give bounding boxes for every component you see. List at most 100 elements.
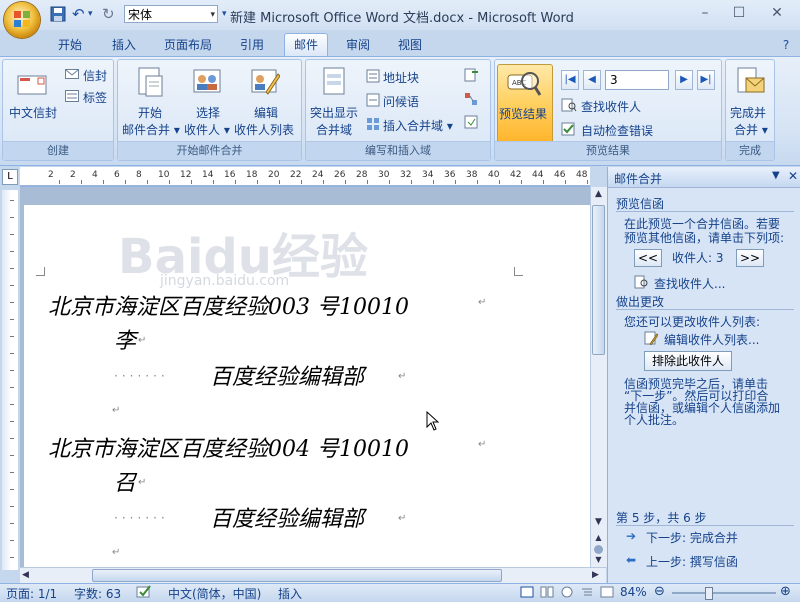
- edit-recipient-list-link[interactable]: 编辑收件人列表...: [664, 331, 759, 348]
- auto-check-errors-button[interactable]: 自动检查错误: [581, 122, 653, 139]
- page-count[interactable]: 页面: 1/1: [6, 585, 57, 602]
- minimize-button[interactable]: –: [694, 4, 716, 22]
- start-mail-merge-label-1[interactable]: 开始: [138, 104, 162, 121]
- outline-view-icon[interactable]: [580, 586, 594, 601]
- zoom-slider-thumb[interactable]: [705, 587, 713, 600]
- find-recipient-link[interactable]: 查找收件人...: [654, 275, 725, 292]
- find-recipient-button[interactable]: 查找收件人: [581, 98, 641, 115]
- next-record-button[interactable]: ▶: [675, 70, 693, 90]
- preview-results-button[interactable]: ABC 预览结果: [497, 64, 553, 144]
- first-record-button[interactable]: |◀: [561, 70, 579, 90]
- address-block-button[interactable]: 地址块: [383, 69, 419, 86]
- ruler-tick-label: 30: [378, 170, 390, 180]
- insert-merge-field-button[interactable]: 插入合并域 ▾: [383, 117, 453, 134]
- paragraph-mark: ↵: [138, 477, 147, 488]
- tab-page-layout[interactable]: 页面布局: [158, 34, 218, 56]
- finish-merge-button[interactable]: 合并 ▾: [734, 121, 768, 138]
- save-icon[interactable]: [50, 6, 66, 22]
- exclude-recipient-button[interactable]: 排除此收件人: [644, 351, 732, 371]
- finish-merge-label-1[interactable]: 完成并: [730, 104, 766, 121]
- next-recipient-button[interactable]: >>: [736, 249, 764, 267]
- ruler-tick: [279, 180, 280, 184]
- ruler-tick: [455, 180, 456, 184]
- select-recipients-label-1[interactable]: 选择: [196, 104, 220, 121]
- auto-check-errors-icon: [561, 122, 577, 139]
- close-button[interactable]: ✕: [766, 4, 788, 22]
- start-mail-merge-button[interactable]: 邮件合并 ▾: [122, 121, 180, 138]
- vertical-ruler-tick: [10, 506, 14, 507]
- vertical-scroll-thumb[interactable]: [592, 205, 605, 355]
- browse-object-icon[interactable]: [594, 545, 603, 554]
- tab-mailings[interactable]: 邮件: [284, 33, 328, 56]
- next-page-icon[interactable]: ▼: [592, 555, 605, 565]
- tab-selector[interactable]: L: [2, 169, 18, 185]
- scroll-down-icon[interactable]: ▼: [592, 517, 605, 529]
- tab-insert[interactable]: 插入: [104, 34, 144, 56]
- greeting-line-button[interactable]: 问候语: [383, 93, 419, 110]
- envelope-button[interactable]: 信封: [83, 67, 107, 84]
- scroll-left-icon[interactable]: ◀: [22, 570, 34, 582]
- previous-step-link[interactable]: 上一步: 撰写信函: [646, 553, 738, 570]
- zoom-slider-track[interactable]: [672, 592, 776, 594]
- next-step-link[interactable]: 下一步: 完成合并: [646, 529, 738, 546]
- group-create: 中文信封 信封 标签 创建: [2, 59, 114, 161]
- language-indicator[interactable]: 中文(简体，中国): [168, 585, 261, 602]
- vertical-ruler-tick: [10, 421, 14, 422]
- tab-view[interactable]: 视图: [390, 34, 430, 56]
- maximize-button[interactable]: ☐: [728, 4, 750, 22]
- scroll-right-icon[interactable]: ▶: [592, 570, 604, 582]
- edit-recipient-list-button[interactable]: 收件人列表: [234, 121, 294, 138]
- rules-icon[interactable]: [464, 68, 482, 85]
- horizontal-scrollbar[interactable]: ◀ ▶: [20, 567, 606, 584]
- task-pane-menu-icon[interactable]: ▼: [772, 170, 780, 181]
- edit-recipient-list-label-1[interactable]: 编辑: [254, 104, 278, 121]
- full-screen-reading-view-icon[interactable]: [540, 586, 554, 601]
- select-recipients-button[interactable]: 收件人 ▾: [184, 121, 230, 138]
- undo-icon[interactable]: ↶: [72, 6, 88, 22]
- help-icon[interactable]: ?: [776, 34, 796, 56]
- zoom-out-icon[interactable]: ⊖: [654, 584, 665, 599]
- ruler-tick-label: 42: [510, 170, 522, 180]
- previous-record-button[interactable]: ◀: [583, 70, 601, 90]
- draft-view-icon[interactable]: [600, 586, 614, 601]
- document-page[interactable]: Baidu经验 jingyan.baidu.com 北京市海淀区百度经验003 …: [24, 205, 590, 570]
- horizontal-ruler[interactable]: 2 2 4 6 8 10 12 14 16 18 20 22 24 26 28 30 32 34 36 38 40 42 4…: [20, 167, 590, 186]
- insert-mode-indicator[interactable]: 插入: [278, 585, 302, 602]
- vertical-ruler-tick: [10, 404, 14, 405]
- match-fields-icon[interactable]: [464, 92, 478, 109]
- zoom-in-icon[interactable]: ⊕: [780, 584, 791, 599]
- proofing-icon[interactable]: [136, 585, 152, 602]
- redo-icon[interactable]: ↻: [102, 6, 118, 22]
- previous-page-icon[interactable]: ▲: [592, 533, 605, 543]
- preview-results-label: 预览结果: [499, 107, 548, 121]
- document-line-sender-2: 百度经验编辑部: [210, 507, 365, 532]
- last-record-button[interactable]: ▶|: [697, 70, 715, 90]
- task-pane-close-icon[interactable]: ✕: [788, 169, 798, 183]
- tab-review[interactable]: 审阅: [338, 34, 378, 56]
- highlight-merge-fields-button[interactable]: 合并域: [316, 121, 352, 138]
- office-button[interactable]: [4, 2, 40, 38]
- update-labels-icon[interactable]: [464, 115, 478, 132]
- chinese-envelope-button[interactable]: 中文信封: [9, 104, 57, 121]
- highlight-merge-fields-label-1[interactable]: 突出显示: [310, 104, 358, 121]
- select-recipients-icon: [192, 66, 222, 99]
- vertical-ruler[interactable]: [2, 190, 18, 570]
- print-layout-view-icon[interactable]: [520, 586, 534, 601]
- ruler-tick: [59, 180, 60, 184]
- vertical-scrollbar[interactable]: ▲ ▼ ▲ ▼: [590, 187, 607, 567]
- vertical-ruler-tick: [10, 353, 14, 354]
- zoom-level[interactable]: 84%: [620, 585, 647, 599]
- ruler-tick: [103, 180, 104, 184]
- horizontal-scroll-thumb[interactable]: [92, 569, 502, 582]
- font-name-box[interactable]: 宋体 ▾: [124, 5, 218, 23]
- ruler-tick: [257, 180, 258, 184]
- tab-references[interactable]: 引用: [232, 34, 272, 56]
- word-count[interactable]: 字数: 63: [74, 585, 121, 602]
- record-number-input[interactable]: 3: [605, 70, 669, 90]
- ruler-tick-label: 16: [224, 170, 236, 180]
- labels-button[interactable]: 标签: [83, 89, 107, 106]
- web-layout-view-icon[interactable]: [560, 586, 574, 601]
- scroll-up-icon[interactable]: ▲: [592, 189, 605, 201]
- tab-home[interactable]: 开始: [50, 34, 90, 56]
- previous-recipient-button[interactable]: <<: [634, 249, 662, 267]
